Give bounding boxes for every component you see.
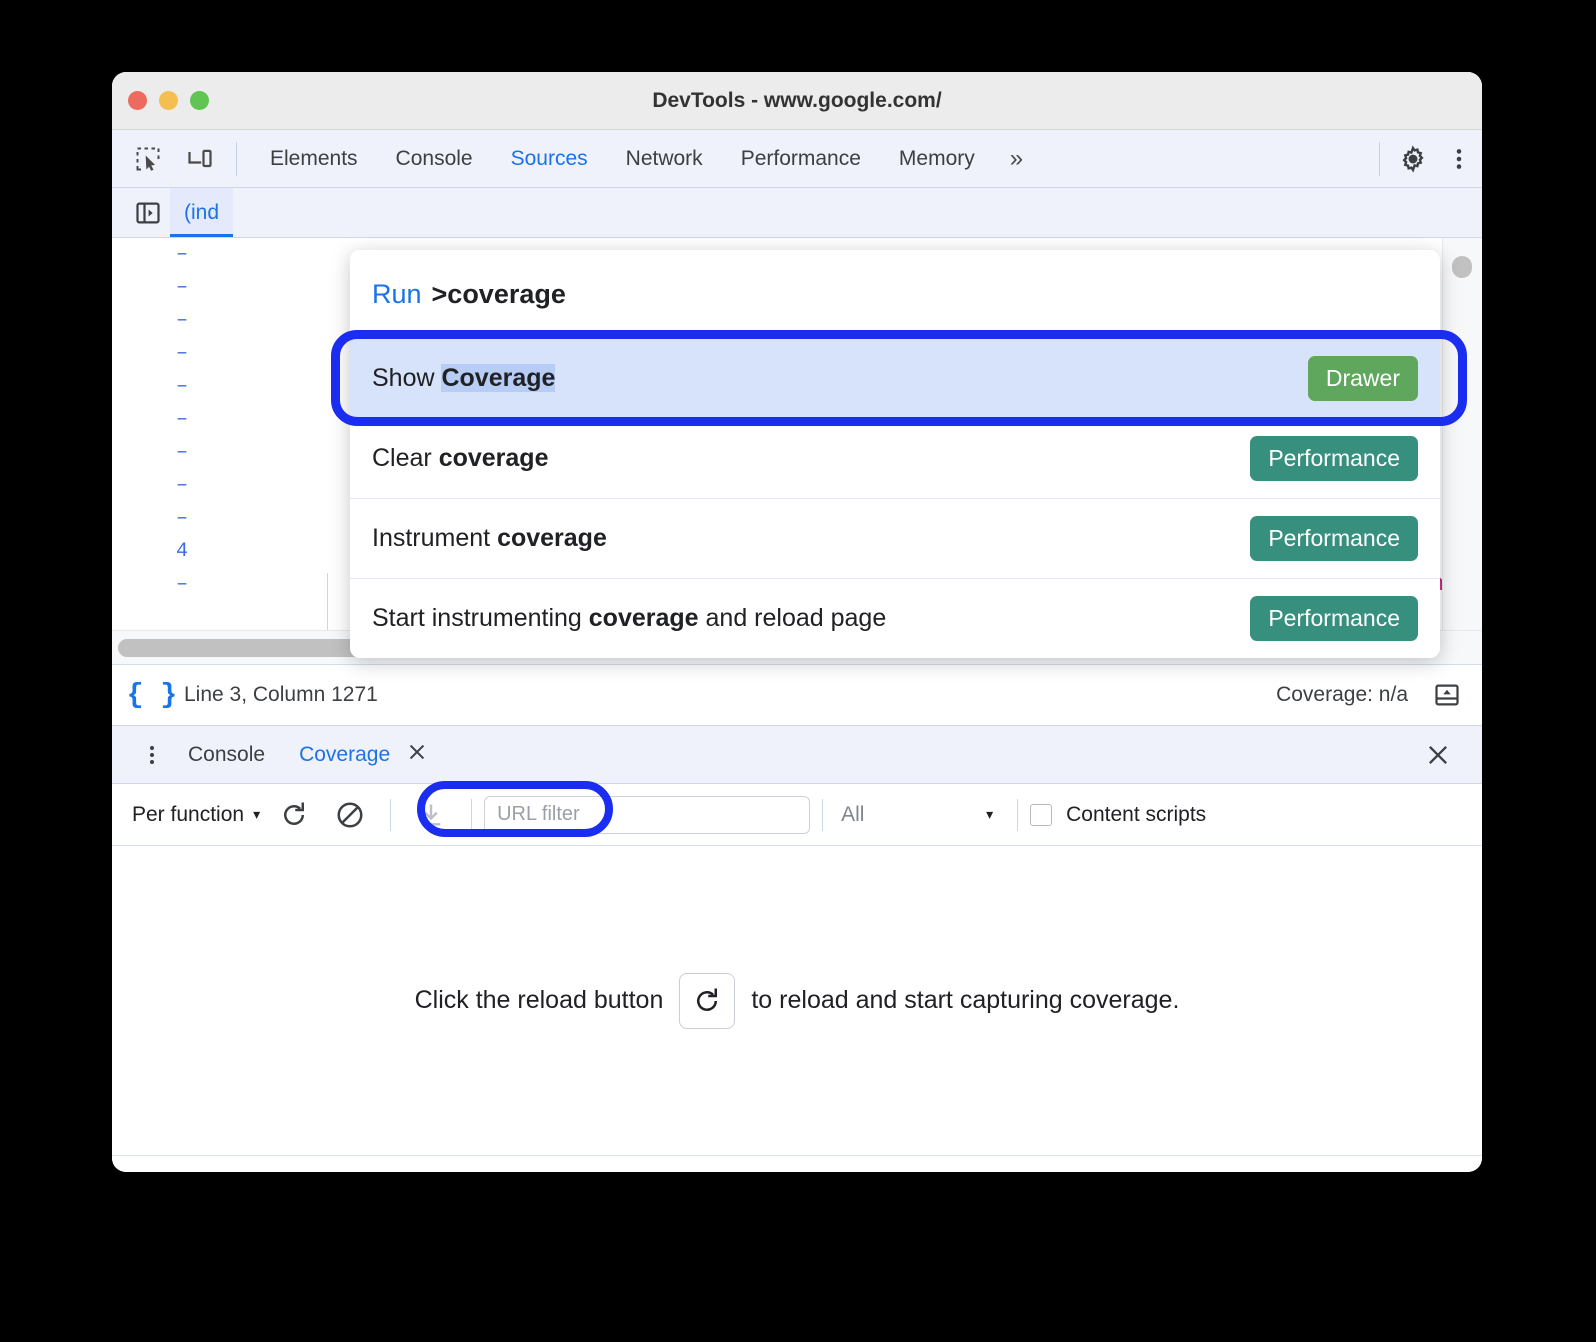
palette-row-instrument-coverage[interactable]: Instrument coverage Performance xyxy=(350,498,1440,578)
command-palette-input[interactable]: >coverage xyxy=(432,279,566,310)
devtools-tab-bar: Elements Console Sources Network Perform… xyxy=(112,130,1482,188)
gutter-line: – xyxy=(175,342,188,365)
gutter-line: – xyxy=(175,474,188,497)
palette-row-prefix: Show xyxy=(372,364,442,392)
download-icon[interactable] xyxy=(409,793,453,837)
drawer-tab-console[interactable]: Console xyxy=(170,726,283,783)
devtools-window: DevTools - www.google.com/ Elements Cons… xyxy=(112,72,1482,1172)
command-palette[interactable]: Run >coverage Show Coverage Drawer Clear… xyxy=(350,250,1440,658)
type-filter-dropdown[interactable]: All ▾ xyxy=(835,803,1005,827)
gutter-line: – xyxy=(175,309,188,332)
minimize-window-button[interactable] xyxy=(159,91,178,110)
close-window-button[interactable] xyxy=(128,91,147,110)
palette-row-badge: Performance xyxy=(1250,516,1418,561)
palette-row-badge: Performance xyxy=(1250,596,1418,641)
palette-row-label: Start instrumenting coverage and reload … xyxy=(372,604,886,633)
gutter-line: – xyxy=(175,573,188,596)
gutter-line: – xyxy=(175,243,188,266)
palette-row-match: coverage xyxy=(588,604,699,632)
toolbar-divider xyxy=(1017,798,1019,831)
tab-sources[interactable]: Sources xyxy=(492,130,607,187)
gutter-line: – xyxy=(175,276,188,299)
window-title: DevTools - www.google.com/ xyxy=(652,88,942,112)
palette-row-match: Coverage xyxy=(441,364,556,392)
tab-console[interactable]: Console xyxy=(377,130,492,187)
palette-row-badge: Drawer xyxy=(1307,356,1418,401)
palette-row-clear-coverage[interactable]: Clear coverage Performance xyxy=(350,418,1440,498)
coverage-empty-text-after: to reload and start capturing coverage. xyxy=(751,986,1180,1014)
chevron-down-icon: ▾ xyxy=(253,806,261,822)
drawer-tab-bar: Console Coverage xyxy=(112,726,1482,784)
toolbar-divider xyxy=(471,798,473,831)
coverage-footer xyxy=(112,1156,1482,1172)
coverage-mode-dropdown[interactable]: Per function ▾ xyxy=(126,803,266,827)
reload-icon[interactable] xyxy=(679,972,736,1029)
toolbar-divider xyxy=(390,798,392,831)
coverage-mode-label: Per function xyxy=(132,802,245,826)
palette-row-start-instrumenting[interactable]: Start instrumenting coverage and reload … xyxy=(350,578,1440,658)
more-vertical-icon[interactable] xyxy=(1436,136,1482,182)
palette-row-prefix: Start instrumenting xyxy=(372,604,589,632)
coverage-status: Coverage: n/a xyxy=(1276,683,1408,706)
editor-vertical-scrollbar[interactable] xyxy=(1442,238,1482,630)
gutter-line: – xyxy=(175,441,188,464)
scrollbar-thumb[interactable] xyxy=(1452,256,1472,278)
sources-subtoolbar: (ind xyxy=(112,188,1482,238)
palette-row-show-coverage[interactable]: Show Coverage Drawer xyxy=(350,338,1440,418)
coverage-empty-text-before: Click the reload button xyxy=(414,986,664,1014)
clear-icon[interactable] xyxy=(328,793,372,837)
content-scripts-toggle[interactable]: Content scripts xyxy=(1030,803,1206,827)
toolbar-divider-right xyxy=(1379,141,1380,176)
close-icon[interactable] xyxy=(406,741,428,769)
format-braces-icon[interactable]: { } xyxy=(127,675,177,715)
palette-row-label: Instrument coverage xyxy=(372,524,607,553)
drawer-tab-coverage-label: Coverage xyxy=(299,742,391,766)
inspect-element-icon[interactable] xyxy=(126,137,170,181)
show-navigator-icon[interactable] xyxy=(126,191,170,235)
gutter-line: – xyxy=(175,507,188,530)
reload-icon[interactable] xyxy=(272,793,316,837)
editor-status-bar: { } Line 3, Column 1271 Coverage: n/a xyxy=(112,664,1482,726)
coverage-toolbar: Per function ▾ All ▾ xyxy=(112,784,1482,846)
title-bar: DevTools - www.google.com/ xyxy=(112,72,1482,130)
more-vertical-icon[interactable] xyxy=(134,737,170,773)
tab-network[interactable]: Network xyxy=(607,130,722,187)
coverage-empty-state: Click the reload button to reload and st… xyxy=(112,846,1482,1156)
toolbar-divider xyxy=(822,798,824,831)
tab-performance[interactable]: Performance xyxy=(722,130,880,187)
file-tab-index[interactable]: (ind xyxy=(170,188,234,237)
palette-row-suffix: and reload page xyxy=(698,604,887,632)
gutter-line-number: 4 xyxy=(175,540,188,563)
cursor-position: Line 3, Column 1271 xyxy=(184,683,378,706)
command-palette-query[interactable]: Run >coverage xyxy=(350,250,1440,338)
gear-icon[interactable] xyxy=(1390,136,1436,182)
line-number-gutter: – – – – – – – – – 4 – xyxy=(112,238,202,630)
tab-memory[interactable]: Memory xyxy=(880,130,994,187)
gutter-line: – xyxy=(175,408,188,431)
type-filter-label: All xyxy=(841,802,865,826)
chevron-down-icon: ▾ xyxy=(986,806,994,822)
tab-elements[interactable]: Elements xyxy=(251,130,377,187)
command-palette-prefix: Run xyxy=(372,278,422,309)
palette-row-match: coverage xyxy=(438,444,549,472)
close-drawer-icon[interactable] xyxy=(1418,735,1458,775)
palette-row-badge: Performance xyxy=(1250,436,1418,481)
gutter-line: – xyxy=(175,375,188,398)
device-toolbar-icon[interactable] xyxy=(178,137,222,181)
more-tabs-icon[interactable]: » xyxy=(994,130,1037,187)
palette-row-match: coverage xyxy=(497,524,607,552)
panel-tabs: Elements Console Sources Network Perform… xyxy=(251,130,1037,187)
window-controls[interactable] xyxy=(128,91,209,110)
palette-row-label: Show Coverage xyxy=(372,364,556,393)
zoom-window-button[interactable] xyxy=(190,91,209,110)
palette-row-prefix: Instrument xyxy=(372,524,498,552)
drawer-tab-coverage[interactable]: Coverage xyxy=(283,734,444,776)
palette-row-label: Clear coverage xyxy=(372,444,548,473)
content-scripts-label: Content scripts xyxy=(1066,802,1207,826)
url-filter-input[interactable] xyxy=(484,795,811,834)
toolbar-divider xyxy=(236,141,237,176)
palette-row-prefix: Clear xyxy=(372,444,439,472)
show-drawer-icon[interactable] xyxy=(1426,674,1468,716)
content-scripts-checkbox[interactable] xyxy=(1030,803,1053,826)
